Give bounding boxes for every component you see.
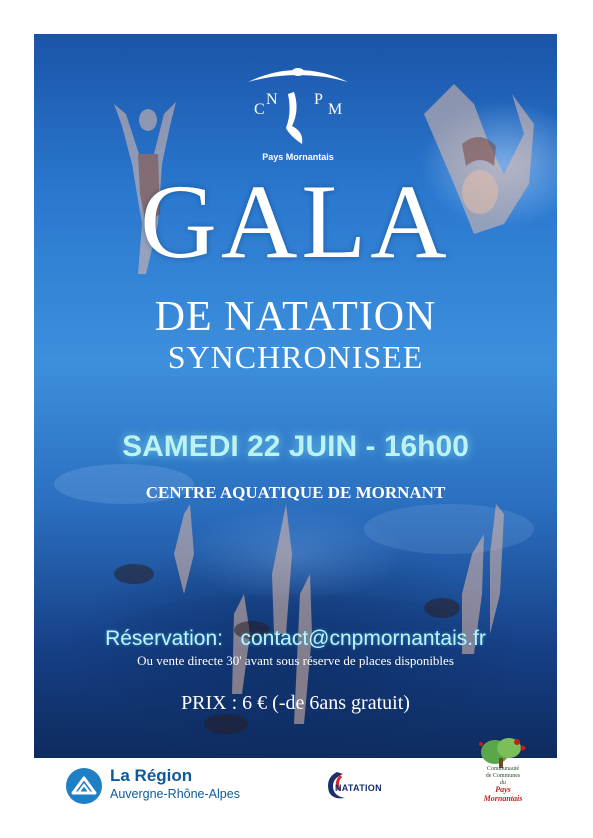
swimmer-logo-icon: C N P M <box>248 68 348 144</box>
ccpm-text: Communauté <box>486 766 520 772</box>
region-mountain-icon <box>66 768 102 804</box>
reservation-contact: Réservation: contact@cnpmornantais.fr <box>105 627 486 650</box>
poster-background: C N P M Pays Mornantais GALA DE NATATION… <box>34 34 557 758</box>
ccpm-text: Mornantais <box>483 794 523 803</box>
region-sponsor-logo: La Région Auvergne-Rhône-Alpes <box>62 764 272 808</box>
logo-caption: Pays Mornantais <box>262 152 334 162</box>
ffn-label: NATATION <box>335 783 382 793</box>
club-logo: C N P M Pays Mornantais <box>242 52 354 162</box>
ccpm-text: de Communes <box>485 773 521 779</box>
logo-letter: M <box>328 101 342 118</box>
region-name: La Région <box>110 766 193 785</box>
gala-title: GALA <box>140 163 451 280</box>
logo-letter: C <box>254 101 265 118</box>
logo-letter: N <box>266 91 278 108</box>
logo-letter: P <box>314 91 323 108</box>
event-date: SAMEDI 22 JUIN - 16h00 <box>122 430 469 463</box>
ffn-sponsor-logo: NATATION <box>323 768 397 804</box>
subtitle-synchronisee: SYNCHRONISEE <box>167 339 424 375</box>
ticket-price: PRIX : 6 € (-de 6ans gratuit) <box>181 692 410 714</box>
ccpm-tree-icon <box>479 738 526 768</box>
ccpm-text: Pays <box>495 785 511 794</box>
subtitle-de-natation: DE NATATION <box>154 294 437 340</box>
event-venue: CENTRE AQUATIQUE DE MORNANT <box>145 483 446 502</box>
reservation-note: Ou vente directe 30' avant sous réserve … <box>137 653 454 668</box>
region-subtitle: Auvergne-Rhône-Alpes <box>110 787 240 801</box>
ccpm-sponsor-logo: Communauté de Communes du Pays Mornantai… <box>471 736 535 804</box>
